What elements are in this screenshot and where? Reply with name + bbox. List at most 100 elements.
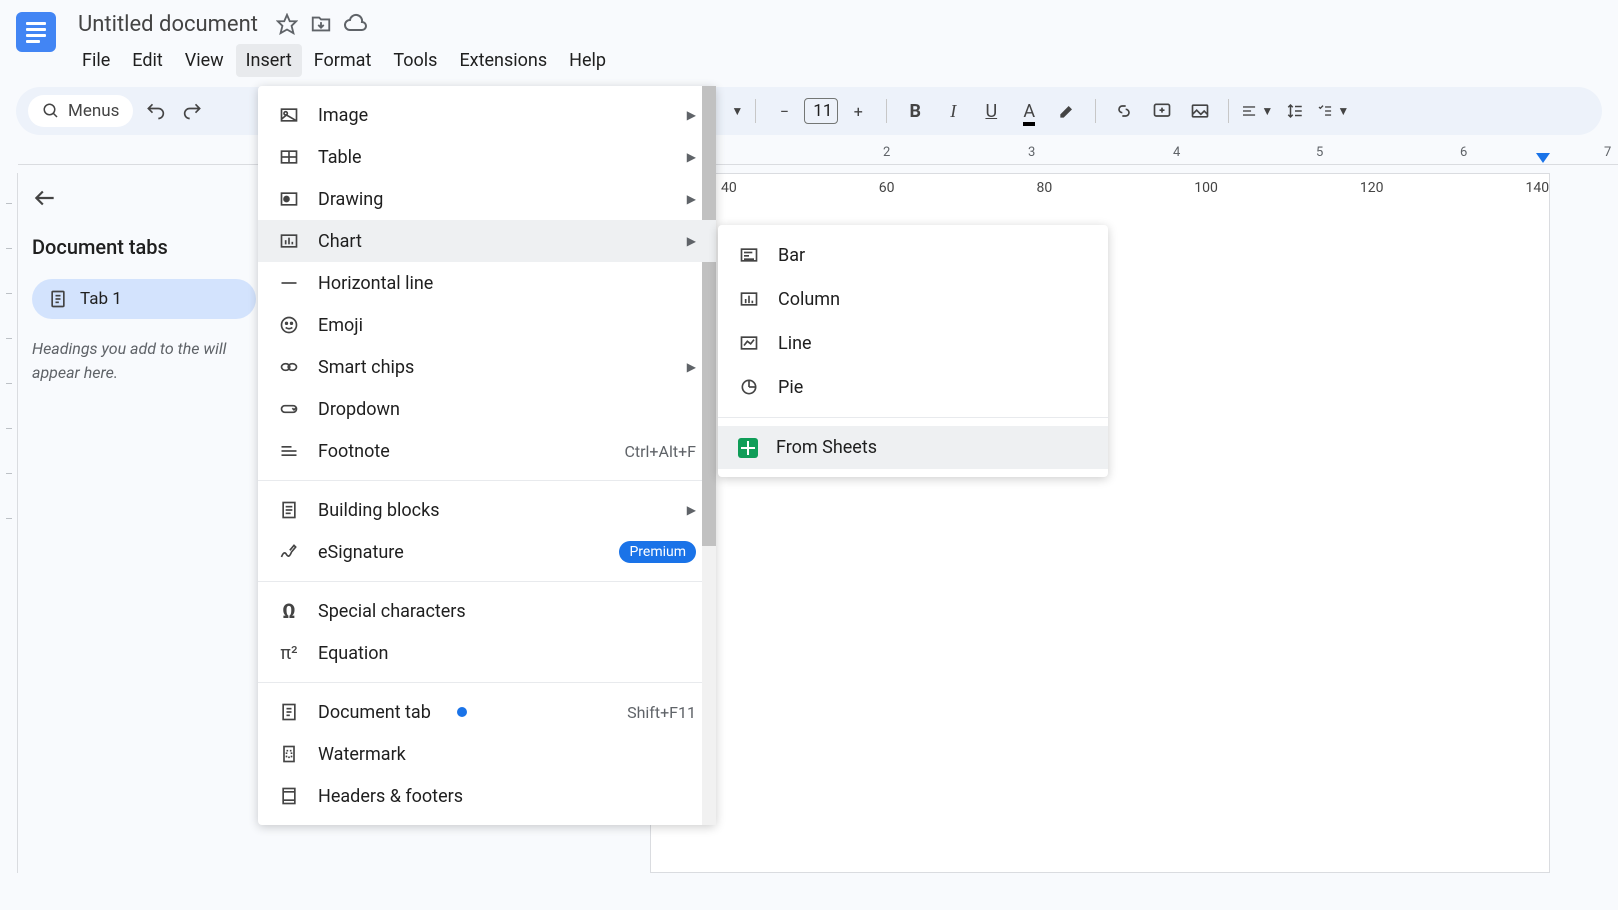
undo-icon <box>145 101 165 121</box>
sidebar-title: Document tabs <box>32 235 256 259</box>
document-tab-icon <box>278 701 300 723</box>
vertical-ruler[interactable] <box>0 173 18 873</box>
column-chart-icon <box>738 288 760 310</box>
menus-search[interactable]: Menus <box>28 95 133 127</box>
chart-pie[interactable]: Pie <box>718 365 1108 409</box>
italic-button[interactable]: I <box>937 95 969 127</box>
line-chart-icon <box>738 332 760 354</box>
divider <box>258 581 716 582</box>
checklist-button[interactable]: ▼ <box>1317 95 1349 127</box>
tab-label: Tab 1 <box>80 289 122 309</box>
arrow-left-icon <box>32 185 58 211</box>
docs-logo[interactable] <box>16 12 56 52</box>
font-size-input[interactable]: 11 <box>804 98 838 124</box>
comment-icon <box>1152 101 1172 121</box>
submenu-arrow-icon: ▶ <box>687 150 696 164</box>
insert-drawing[interactable]: Drawing ▶ <box>258 178 716 220</box>
insert-dropdown-item[interactable]: Dropdown <box>258 388 716 430</box>
bold-button[interactable]: B <box>899 95 931 127</box>
decrease-font-button[interactable]: − <box>768 95 800 127</box>
insert-building-blocks[interactable]: Building blocks ▶ <box>258 489 716 531</box>
font-dropdown-icon[interactable]: ▼ <box>731 104 743 118</box>
insert-watermark[interactable]: Watermark <box>258 733 716 775</box>
redo-button[interactable] <box>177 95 209 127</box>
submenu-arrow-icon: ▶ <box>687 192 696 206</box>
star-icon[interactable] <box>276 13 298 35</box>
divider <box>258 480 716 481</box>
redo-icon <box>183 101 203 121</box>
menu-view[interactable]: View <box>175 44 234 77</box>
drawing-icon <box>278 188 300 210</box>
insert-esignature[interactable]: eSignature Premium <box>258 531 716 573</box>
undo-button[interactable] <box>139 95 171 127</box>
insert-smart-chips[interactable]: Smart chips ▶ <box>258 346 716 388</box>
footnote-icon <box>278 440 300 462</box>
align-icon <box>1241 102 1257 120</box>
document-title[interactable]: Untitled document <box>72 10 264 39</box>
text-color-button[interactable]: A <box>1013 95 1045 127</box>
image-icon <box>1190 101 1210 121</box>
sidebar-tab-1[interactable]: Tab 1 <box>32 279 256 319</box>
link-icon <box>1114 101 1134 121</box>
omega-icon: Ω <box>278 600 300 622</box>
submenu-arrow-icon: ▶ <box>687 503 696 517</box>
building-blocks-icon <box>278 499 300 521</box>
pi-icon: π² <box>278 642 300 664</box>
back-arrow-button[interactable] <box>32 185 256 211</box>
ruler-indent-marker[interactable] <box>1536 153 1550 163</box>
menus-label: Menus <box>68 101 119 121</box>
divider <box>718 417 1108 418</box>
insert-footnote[interactable]: Footnote Ctrl+Alt+F <box>258 430 716 472</box>
menu-extensions[interactable]: Extensions <box>449 44 557 77</box>
comment-button[interactable] <box>1146 95 1178 127</box>
cloud-status-icon[interactable] <box>344 12 368 36</box>
insert-horizontal-line[interactable]: Horizontal line <box>258 262 716 304</box>
checklist-icon <box>1317 102 1333 120</box>
insert-document-tab[interactable]: Document tab Shift+F11 <box>258 691 716 733</box>
chart-column[interactable]: Column <box>718 277 1108 321</box>
align-button[interactable]: ▼ <box>1241 95 1273 127</box>
menu-format[interactable]: Format <box>304 44 382 77</box>
underline-button[interactable]: U <box>975 95 1007 127</box>
line-spacing-button[interactable] <box>1279 95 1311 127</box>
submenu-arrow-icon: ▶ <box>687 234 696 248</box>
link-button[interactable] <box>1108 95 1140 127</box>
insert-table[interactable]: Table ▶ <box>258 136 716 178</box>
document-tabs-sidebar: Document tabs Tab 1 Headings you add to … <box>18 173 270 873</box>
image-button[interactable] <box>1184 95 1216 127</box>
submenu-arrow-icon: ▶ <box>687 108 696 122</box>
esignature-icon <box>278 541 300 563</box>
divider <box>258 682 716 683</box>
menu-help[interactable]: Help <box>559 44 616 77</box>
move-to-folder-icon[interactable] <box>310 13 332 35</box>
menu-edit[interactable]: Edit <box>122 44 172 77</box>
docs-lines-icon <box>26 20 46 44</box>
dropdown-icon <box>278 398 300 420</box>
premium-badge: Premium <box>619 541 696 563</box>
chart-submenu: Bar Column Line Pie From Sheets <box>718 225 1108 477</box>
insert-headers-footers[interactable]: Headers & footers <box>258 775 716 817</box>
new-feature-dot <box>457 707 467 717</box>
toolbar: Menus Arial ▼ − 11 + B I U A ▼ ▼ <box>16 87 1602 135</box>
sheets-icon <box>738 438 758 458</box>
insert-emoji[interactable]: Emoji <box>258 304 716 346</box>
highlight-button[interactable] <box>1051 95 1083 127</box>
chart-icon <box>278 230 300 252</box>
menu-insert[interactable]: Insert <box>236 44 302 77</box>
table-icon <box>278 146 300 168</box>
menu-file[interactable]: File <box>72 44 120 77</box>
emoji-icon <box>278 314 300 336</box>
bar-chart-icon <box>738 244 760 266</box>
insert-image[interactable]: Image ▶ <box>258 94 716 136</box>
menu-tools[interactable]: Tools <box>383 44 447 77</box>
chart-from-sheets[interactable]: From Sheets <box>718 426 1108 469</box>
chart-line[interactable]: Line <box>718 321 1108 365</box>
pie-chart-icon <box>738 376 760 398</box>
shortcut-label: Ctrl+Alt+F <box>624 442 696 461</box>
insert-special-characters[interactable]: Ω Special characters <box>258 590 716 632</box>
insert-chart[interactable]: Chart ▶ <box>258 220 716 262</box>
menubar: File Edit View Insert Format Tools Exten… <box>72 44 1602 77</box>
chart-bar[interactable]: Bar <box>718 233 1108 277</box>
increase-font-button[interactable]: + <box>842 95 874 127</box>
insert-equation[interactable]: π² Equation <box>258 632 716 674</box>
